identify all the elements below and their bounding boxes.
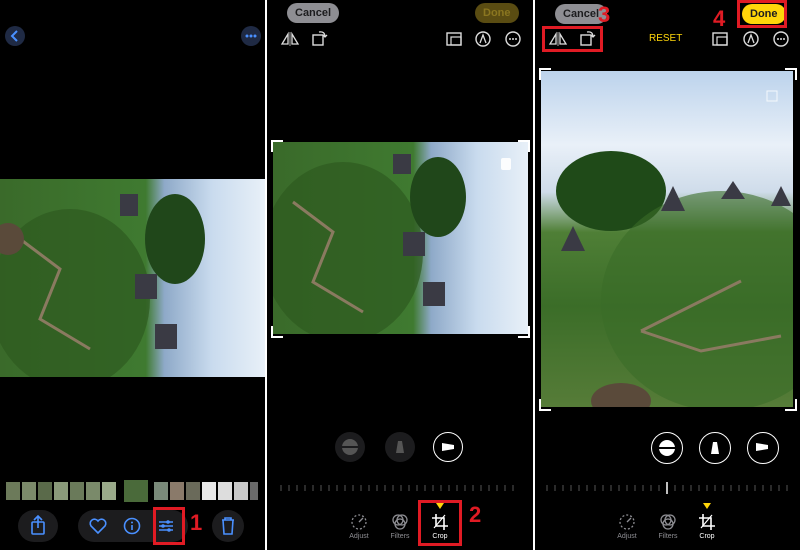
- angle-dial[interactable]: [545, 482, 790, 494]
- reset-button[interactable]: RESET: [649, 33, 682, 44]
- adjust-tool-label[interactable]: Adjust: [339, 533, 379, 540]
- done-button[interactable]: Done: [475, 3, 519, 23]
- angle-dial[interactable]: [279, 482, 521, 494]
- photo-content: [273, 154, 511, 334]
- crop-tool-label[interactable]: Crop: [687, 533, 727, 540]
- back-button[interactable]: [5, 26, 25, 46]
- crop-corner-tr[interactable]: [785, 68, 797, 80]
- annotation-number-4: 4: [713, 6, 726, 31]
- crop-editor-panel-rotated: Cancel 3 4 Done RESET Adjust Filters Cro…: [535, 0, 800, 550]
- highlight-box-1: [153, 507, 185, 545]
- vertical-perspective-button[interactable]: [699, 432, 731, 464]
- highlight-box-3: [542, 26, 603, 52]
- crop-corner-br[interactable]: [785, 399, 797, 411]
- more-options-icon[interactable]: [772, 30, 790, 48]
- annotation-number-1: 1: [190, 510, 203, 535]
- filters-tool-label[interactable]: Filters: [648, 533, 688, 540]
- rotate-icon[interactable]: [311, 29, 329, 47]
- annotation-number-3: 3: [598, 2, 611, 27]
- horizontal-perspective-icon: [756, 443, 768, 451]
- markup-icon[interactable]: [474, 30, 492, 48]
- crop-corner-bl[interactable]: [271, 326, 283, 338]
- ellipsis-icon: [245, 34, 257, 38]
- filters-tool-label[interactable]: Filters: [380, 533, 420, 540]
- adjust-tool-icon[interactable]: [349, 512, 369, 532]
- chevron-left-icon: [10, 30, 18, 42]
- filters-tool-icon[interactable]: [390, 512, 410, 532]
- photo-viewer-panel: 1: [0, 0, 265, 550]
- horizontal-perspective-button[interactable]: [747, 432, 779, 464]
- crop-corner-tl[interactable]: [271, 140, 283, 152]
- filters-tool-icon[interactable]: [658, 512, 678, 532]
- straighten-button[interactable]: [651, 432, 683, 464]
- delete-button[interactable]: [212, 510, 244, 542]
- trash-icon: [222, 517, 234, 535]
- crop-corner-br[interactable]: [518, 326, 530, 338]
- highlight-box-4: [737, 0, 787, 28]
- adjust-tool-label[interactable]: Adjust: [607, 533, 647, 540]
- crop-corner-tl[interactable]: [539, 68, 551, 80]
- horizontal-perspective-icon: [442, 443, 454, 451]
- aspect-ratio-icon[interactable]: [711, 30, 729, 48]
- crop-corner-tr[interactable]: [518, 140, 530, 152]
- horizontal-perspective-button[interactable]: [433, 432, 463, 462]
- photo-crop-area[interactable]: [273, 142, 528, 334]
- photo-content: [556, 90, 793, 407]
- more-button[interactable]: [241, 26, 261, 46]
- crop-tool-icon[interactable]: [697, 512, 717, 532]
- thumbnail-strip[interactable]: [6, 480, 258, 502]
- info-icon[interactable]: [122, 516, 142, 536]
- aspect-ratio-icon[interactable]: [445, 30, 463, 48]
- thumbnail-images: [6, 480, 258, 502]
- highlight-box-2: [418, 500, 462, 546]
- markup-icon[interactable]: [742, 30, 760, 48]
- heart-icon[interactable]: [88, 516, 108, 536]
- straighten-button[interactable]: [335, 432, 365, 462]
- straighten-icon: [342, 439, 358, 455]
- annotation-number-2: 2: [469, 502, 482, 527]
- vertical-perspective-icon: [711, 442, 719, 454]
- photo-crop-area[interactable]: [541, 71, 793, 407]
- share-icon: [31, 514, 45, 535]
- vertical-perspective-button[interactable]: [385, 432, 415, 462]
- more-options-icon[interactable]: [504, 30, 522, 48]
- cancel-button[interactable]: Cancel: [287, 3, 340, 23]
- crop-editor-panel-initial: Cancel Done Adjust Filters Crop 2: [267, 0, 533, 550]
- adjust-tool-icon[interactable]: [617, 512, 637, 532]
- share-button[interactable]: [18, 510, 58, 542]
- crop-corner-bl[interactable]: [539, 399, 551, 411]
- photo-content: [0, 194, 205, 377]
- flip-icon[interactable]: [279, 30, 301, 48]
- selected-indicator-icon: [703, 503, 711, 509]
- photo-rotated[interactable]: [0, 179, 265, 377]
- straighten-icon: [659, 440, 675, 456]
- vertical-perspective-icon: [396, 441, 404, 453]
